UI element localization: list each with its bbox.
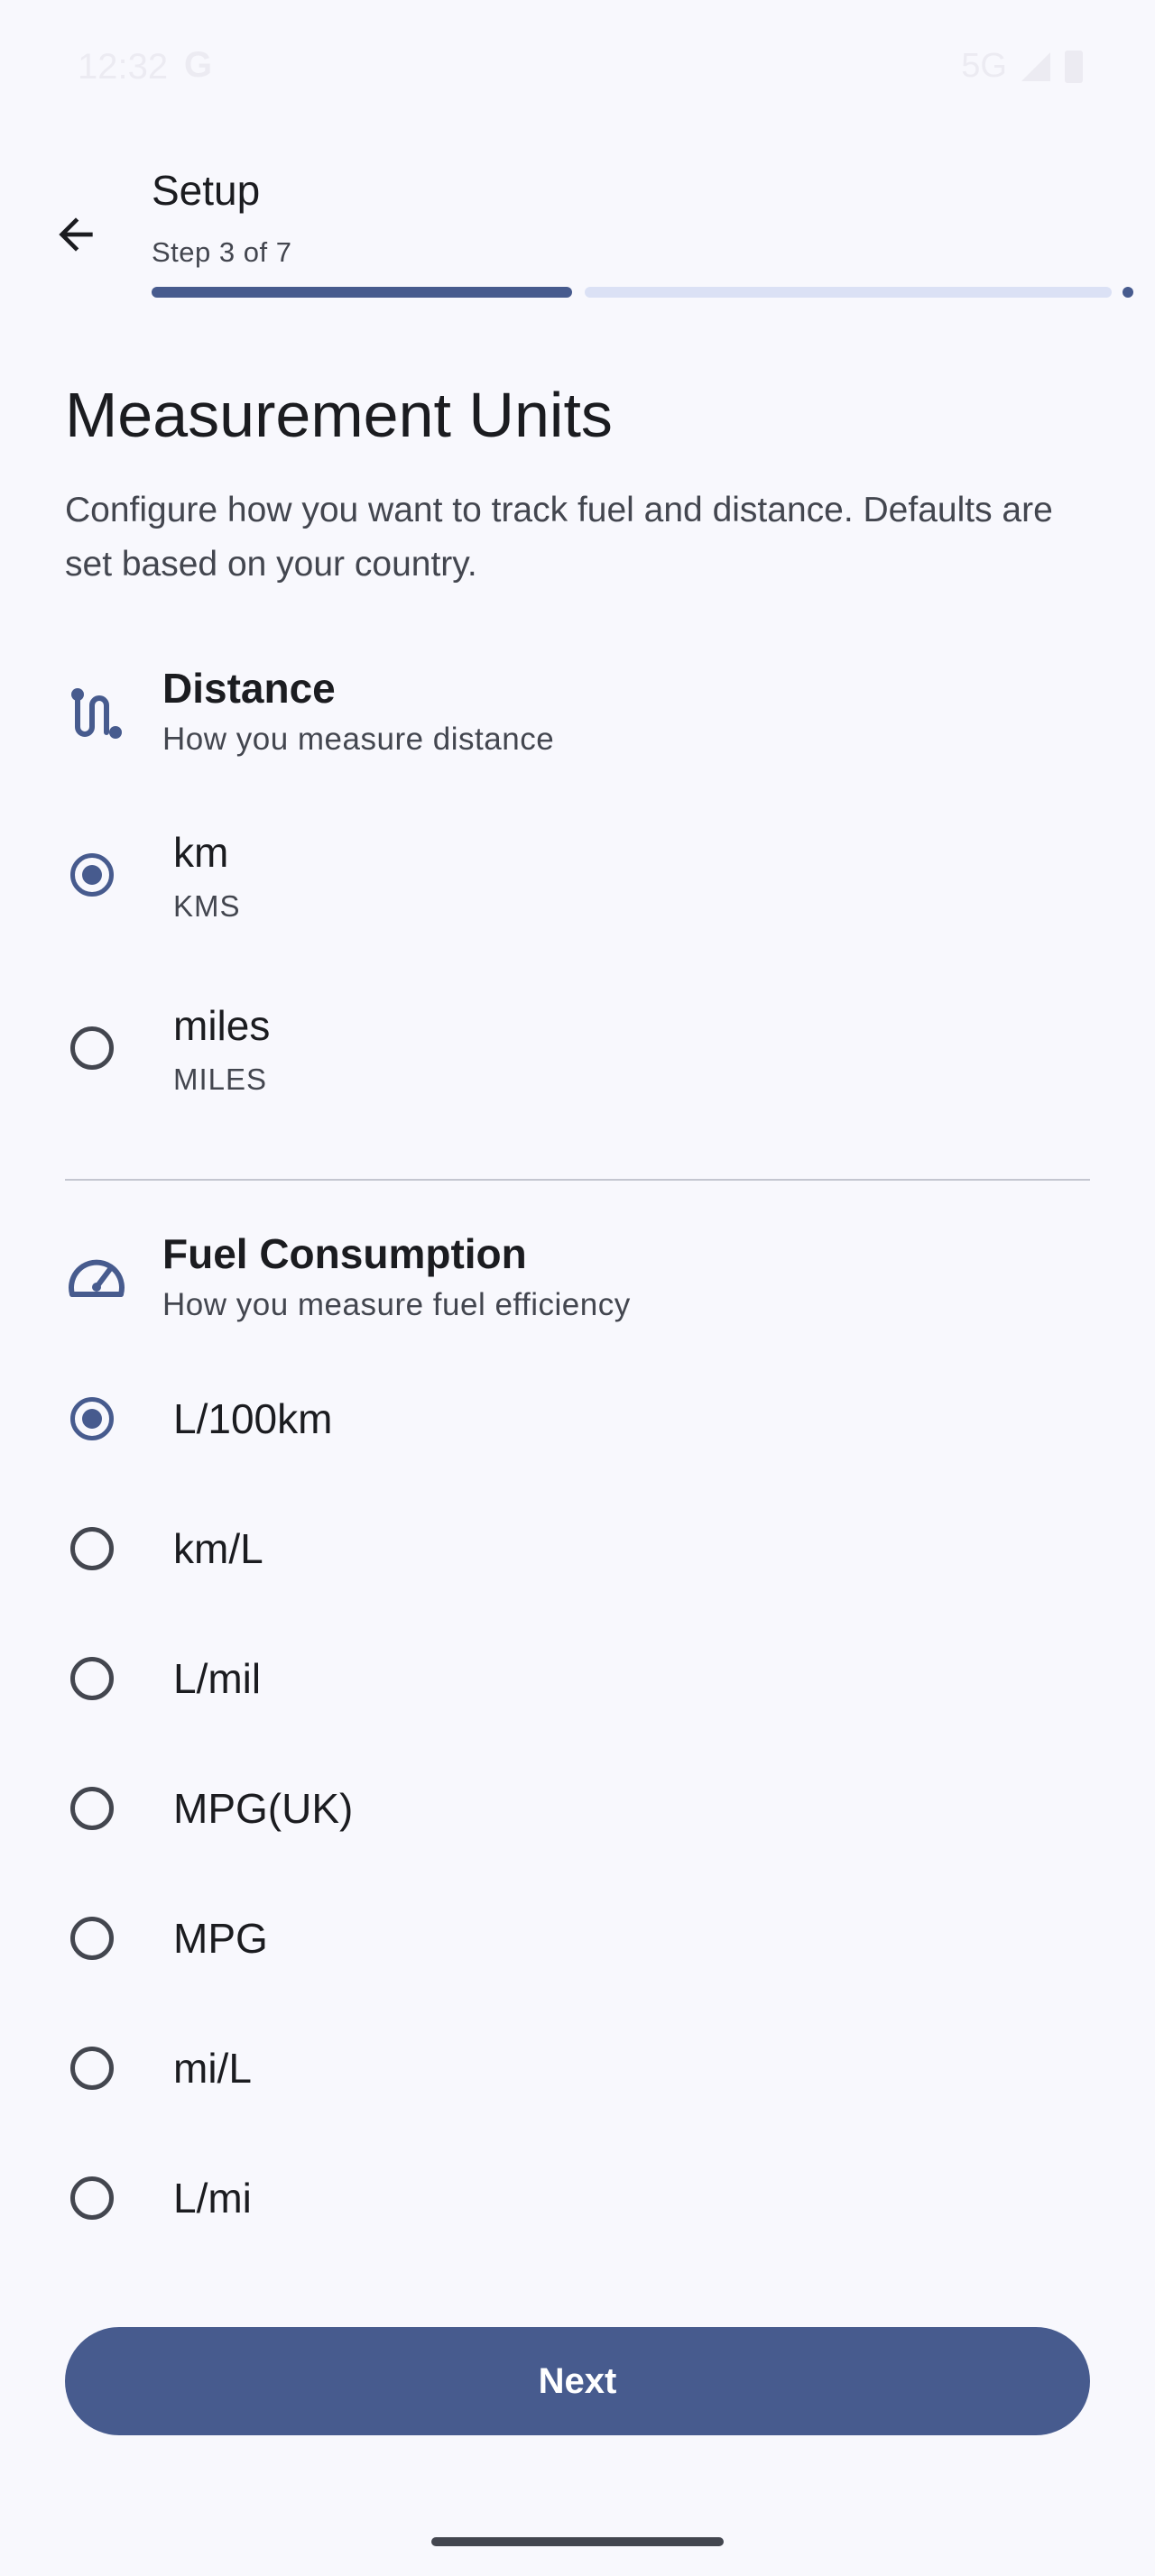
radio-button[interactable] (70, 2176, 114, 2220)
radio-button[interactable] (70, 1657, 114, 1700)
fuel-option-l-per-100km[interactable]: L/100km (65, 1369, 1090, 1468)
arrow-back-icon (59, 217, 93, 252)
radio-button[interactable] (70, 1787, 114, 1830)
distance-title: Distance (162, 665, 336, 712)
radio-button[interactable] (70, 1917, 114, 1960)
option-label: MPG(UK) (173, 1785, 354, 1832)
status-time: 12:32 (78, 47, 169, 87)
distance-section-header: Distance How you measure distance (65, 664, 1090, 772)
signal-icon (1021, 51, 1050, 81)
top-app-bar: Setup Step 3 of 7 (0, 153, 1155, 316)
radio-button[interactable] (70, 1397, 114, 1440)
back-button[interactable] (36, 195, 116, 274)
page-title: Measurement Units (65, 380, 613, 450)
step-indicator: Step 3 of 7 (152, 236, 292, 268)
progress-fill (152, 287, 572, 298)
option-label: mi/L (173, 2045, 252, 2092)
option-label: L/mil (173, 1655, 262, 1702)
distance-option-km[interactable]: km KMS (65, 821, 1090, 929)
fuel-option-l-per-mil[interactable]: L/mil (65, 1629, 1090, 1728)
home-indicator[interactable] (431, 2537, 724, 2546)
page-description: Configure how you want to track fuel and… (65, 491, 1053, 584)
radio-button[interactable] (70, 1026, 114, 1070)
option-label: L/mi (173, 2175, 252, 2222)
distance-option-miles[interactable]: miles MILES (65, 994, 1090, 1102)
speedometer-icon (69, 1259, 125, 1297)
route-icon (71, 688, 122, 739)
network-label: 5G (961, 47, 1007, 85)
fuel-title: Fuel Consumption (162, 1230, 527, 1277)
progress-track (585, 287, 1112, 298)
option-label: km/L (173, 1525, 263, 1572)
option-sublabel: MILES (173, 1063, 268, 1096)
progress-end-dot (1123, 287, 1133, 298)
google-icon: G (184, 45, 213, 85)
next-button[interactable]: Next (65, 2327, 1090, 2435)
header-title: Setup (152, 167, 261, 214)
radio-button[interactable] (70, 853, 114, 897)
fuel-option-mpg[interactable]: MPG (65, 1889, 1090, 1988)
option-label: miles (173, 1002, 271, 1049)
battery-icon (1065, 50, 1083, 83)
option-label: MPG (173, 1915, 268, 1962)
fuel-subtitle: How you measure fuel efficiency (162, 1287, 631, 1322)
status-bar: 12:32 G 5G (0, 0, 1155, 135)
radio-button[interactable] (70, 1527, 114, 1570)
status-indicators: 5G (961, 47, 1083, 86)
distance-subtitle: How you measure distance (162, 722, 555, 757)
option-label: L/100km (173, 1395, 333, 1442)
radio-button[interactable] (70, 2047, 114, 2090)
fuel-section-header: Fuel Consumption How you measure fuel ef… (65, 1229, 1090, 1338)
section-divider (65, 1179, 1090, 1181)
fuel-option-km-per-l[interactable]: km/L (65, 1499, 1090, 1598)
fuel-option-mi-per-l[interactable]: mi/L (65, 2019, 1090, 2118)
option-sublabel: KMS (173, 889, 241, 923)
fuel-option-l-per-mi[interactable]: L/mi (65, 2148, 1090, 2248)
fuel-option-mpg-uk[interactable]: MPG(UK) (65, 1759, 1090, 1858)
setup-progress-bar (152, 287, 1133, 298)
option-label: km (173, 829, 229, 876)
